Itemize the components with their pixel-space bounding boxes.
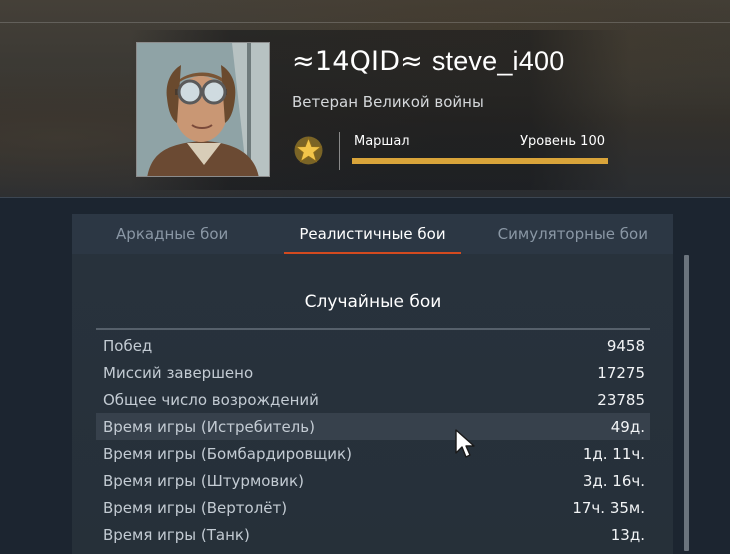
stat-label: Время игры (Танк): [103, 525, 250, 544]
stat-label: Время игры (Штурмовик): [103, 471, 304, 490]
tab-arcade[interactable]: Аркадные бои: [72, 214, 272, 254]
stat-value: 17275: [597, 363, 645, 382]
stat-value: 23785: [597, 390, 645, 409]
pilot-portrait-icon: [137, 43, 269, 176]
stat-value: 3д. 16ч.: [582, 471, 645, 490]
player-name: ≈14QID≈ steve_i400: [292, 46, 564, 77]
rank-star-icon: [294, 136, 323, 165]
player-avatar[interactable]: [136, 42, 270, 177]
stat-value: 49д.: [610, 417, 645, 436]
section-divider: [96, 328, 650, 330]
stat-label: Время игры (Истребитель): [103, 417, 315, 436]
stat-value: 13д.: [610, 525, 645, 544]
tab-realistic[interactable]: Реалистичные бои: [272, 214, 472, 254]
stat-row-respawns: Общее число возрождений 23785: [96, 386, 650, 413]
rank-name: Маршал: [354, 134, 410, 149]
game-mode-tabs: Аркадные бои Реалистичные бои Симуляторн…: [72, 214, 673, 254]
stats-table: Побед 9458 Миссий завершено 17275 Общее …: [96, 332, 650, 548]
xp-progress-fill: [352, 158, 608, 164]
stat-label: Время игры (Бомбардировщик): [103, 444, 352, 463]
tab-simulator[interactable]: Симуляторные бои: [473, 214, 673, 254]
stat-row-attacker-time: Время игры (Штурмовик) 3д. 16ч.: [96, 467, 650, 494]
clan-tag: ≈14QID≈: [292, 46, 424, 77]
stat-value: 1д. 11ч.: [582, 444, 645, 463]
stat-label: Время игры (Вертолёт): [103, 498, 288, 517]
stat-row-helicopter-time: Время игры (Вертолёт) 17ч. 35м.: [96, 494, 650, 521]
stat-label: Общее число возрождений: [103, 390, 319, 409]
mouse-cursor-icon: [455, 429, 475, 458]
xp-progress-bar: [352, 158, 608, 164]
stat-row-bomber-time: Время игры (Бомбардировщик) 1д. 11ч.: [96, 440, 650, 467]
stat-label: Побед: [103, 336, 153, 355]
stat-row-missions: Миссий завершено 17275: [96, 359, 650, 386]
rank-divider: [339, 132, 340, 170]
stat-label: Миссий завершено: [103, 363, 254, 382]
section-title: Случайные бои: [304, 292, 442, 312]
stat-row-fighter-time: Время игры (Истребитель) 49д.: [96, 413, 650, 440]
stat-row-wins: Побед 9458: [96, 332, 650, 359]
scrollbar[interactable]: [684, 255, 689, 551]
stat-value: 17ч. 35м.: [572, 498, 645, 517]
stat-row-tank-time: Время игры (Танк) 13д.: [96, 521, 650, 548]
header-divider: [0, 22, 730, 23]
stat-value: 9458: [606, 336, 645, 355]
nickname: steve_i400: [431, 46, 565, 76]
level-label: Уровень 100: [520, 134, 605, 149]
player-title: Ветеран Великой войны: [292, 93, 484, 111]
